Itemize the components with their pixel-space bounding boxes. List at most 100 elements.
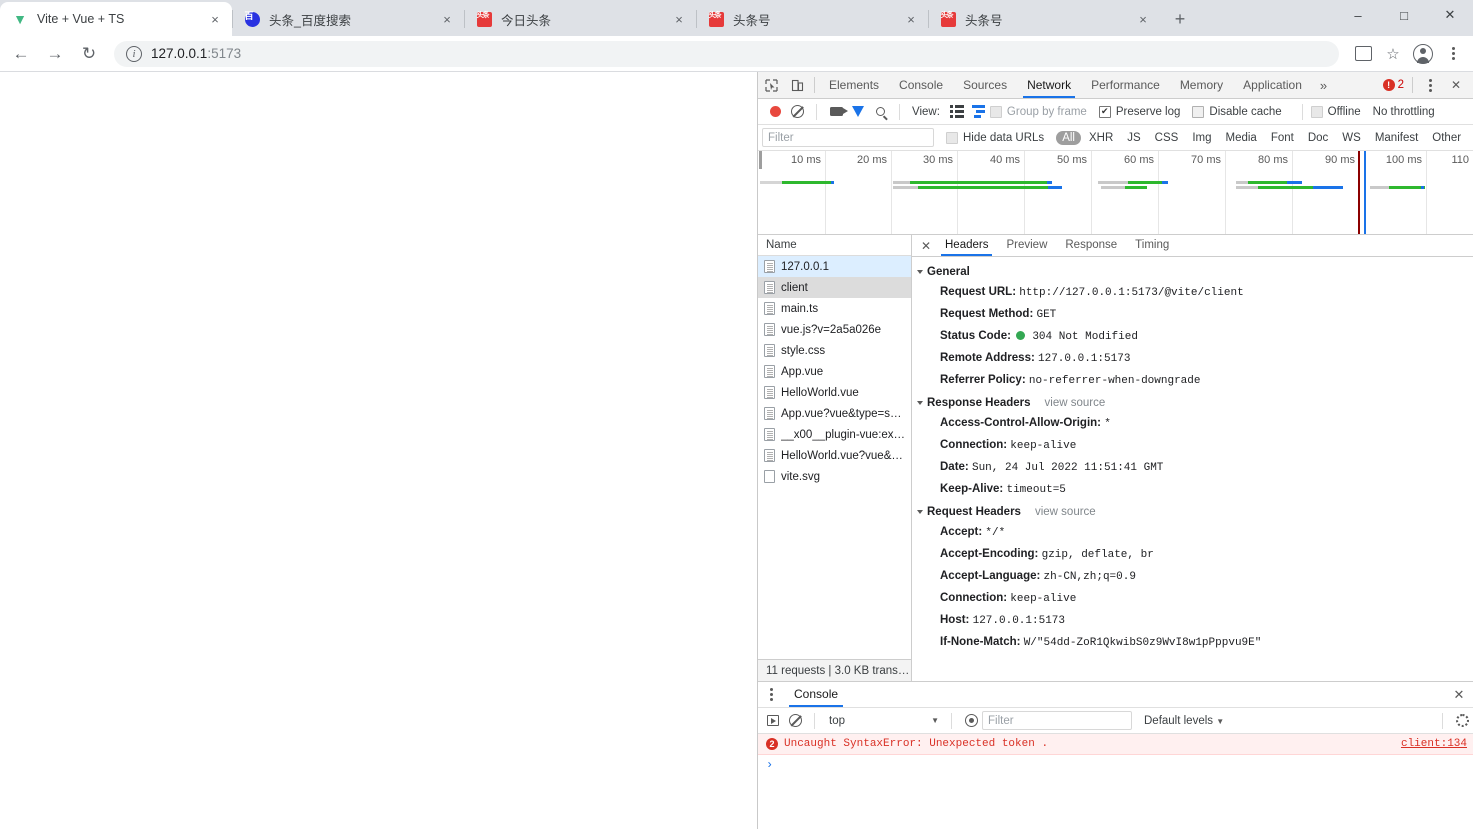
tab-close-icon[interactable]: × [438,10,456,28]
profile-avatar[interactable] [1409,40,1437,68]
clear-button[interactable] [786,101,808,123]
view-source-link[interactable]: view source [1035,506,1096,518]
devtools-tab-elements[interactable]: Elements [819,72,889,98]
site-info-icon[interactable]: i [126,45,142,62]
tab-close-icon[interactable]: × [902,10,920,28]
section-request-headers-title[interactable]: Request Headers view source [917,503,1473,521]
offline-checkbox[interactable]: Offline [1310,105,1361,118]
live-expression-icon[interactable] [960,710,982,732]
error-count-badge[interactable]: ! 2 [1379,79,1408,91]
devtools-tab-performance[interactable]: Performance [1081,72,1170,98]
back-icon[interactable]: ← [6,39,36,69]
reload-icon[interactable]: ↻ [74,39,104,69]
request-row-9[interactable]: HelloWorld.vue?vue&… [758,445,911,466]
type-filter-img[interactable]: Img [1186,131,1217,145]
preserve-log-checkbox[interactable]: Preserve log [1098,105,1180,118]
type-filter-css[interactable]: CSS [1149,131,1185,145]
capture-screenshots-icon[interactable] [825,101,848,123]
browser-tab-1[interactable]: 百 头条_百度搜索 × [232,2,464,36]
request-row-3[interactable]: vue.js?v=2a5a026e [758,319,911,340]
tab-close-icon[interactable]: × [1134,10,1152,28]
request-row-2[interactable]: main.ts [758,298,911,319]
request-row-4[interactable]: style.css [758,340,911,361]
page-viewport[interactable] [0,72,757,829]
console-input-prompt[interactable]: › [758,755,1473,775]
drawer-menu-icon[interactable] [758,682,784,708]
filter-funnel-icon[interactable] [847,101,869,123]
address-bar[interactable]: i 127.0.0.1:5173 [114,40,1339,67]
console-levels-select[interactable]: Default levels ▼ [1144,715,1224,727]
detail-close-icon[interactable]: ✕ [916,236,936,256]
browser-tab-4[interactable]: 头条 头条号 × [928,2,1160,36]
type-filter-media[interactable]: Media [1220,131,1263,145]
browser-tab-2[interactable]: 头条 今日头条 × [464,2,696,36]
forward-icon[interactable]: → [40,39,70,69]
console-sidebar-icon[interactable] [762,710,784,732]
console-clear-icon[interactable] [784,710,806,732]
collapse-triangle-icon[interactable] [917,401,923,405]
view-source-link[interactable]: view source [1045,397,1106,409]
network-filter-input[interactable] [762,128,934,147]
request-row-8[interactable]: __x00__plugin-vue:exp… [758,424,911,445]
console-context-selector[interactable]: top ▼ [823,715,943,727]
console-filter-input[interactable] [982,711,1132,730]
console-error-source-link[interactable]: client:134 [1401,738,1467,750]
devtools-tab-console[interactable]: Console [889,72,953,98]
type-filter-other[interactable]: Other [1426,131,1467,145]
detail-tab-preview[interactable]: Preview [997,235,1056,256]
detail-tab-timing[interactable]: Timing [1126,235,1178,256]
console-settings-gear-icon[interactable] [1451,710,1473,732]
network-overview-timeline[interactable]: 10 ms 20 ms 30 ms 40 ms 50 ms 60 ms 70 m… [758,151,1473,235]
drawer-close-icon[interactable]: ✕ [1449,687,1469,703]
type-filter-doc[interactable]: Doc [1302,131,1334,145]
browser-tab-3[interactable]: 头条 头条号 × [696,2,928,36]
browser-menu-icon[interactable] [1439,40,1467,68]
request-row-5[interactable]: App.vue [758,361,911,382]
bookmark-star-icon[interactable]: ☆ [1379,40,1407,68]
request-row-7[interactable]: App.vue?vue&type=s… [758,403,911,424]
detail-tab-response[interactable]: Response [1056,235,1126,256]
collapse-triangle-icon[interactable] [917,270,923,274]
devtools-tab-network[interactable]: Network [1017,72,1081,98]
tab-close-icon[interactable]: × [670,10,688,28]
request-row-0[interactable]: 127.0.0.1 [758,256,911,277]
type-filter-manifest[interactable]: Manifest [1369,131,1424,145]
console-error-message[interactable]: 2 Uncaught SyntaxError: Unexpected token… [758,734,1473,755]
devtools-tab-sources[interactable]: Sources [953,72,1017,98]
waterfall-view-icon[interactable] [968,101,990,123]
devtools-tab-memory[interactable]: Memory [1170,72,1233,98]
type-filter-all[interactable]: All [1056,130,1081,145]
browser-tab-0[interactable]: ▼ Vite + Vue + TS × [0,2,232,36]
inspect-element-icon[interactable] [758,72,784,98]
group-by-frame-checkbox[interactable]: Group by frame [989,105,1087,118]
type-filter-font[interactable]: Font [1265,131,1300,145]
type-filter-js[interactable]: JS [1121,131,1146,145]
request-row-10[interactable]: vite.svg [758,466,911,487]
devtools-close-icon[interactable]: ✕ [1443,72,1469,98]
section-general-title[interactable]: General [917,263,1473,281]
collapse-triangle-icon[interactable] [917,510,923,514]
window-close-icon[interactable]: ✕ [1427,0,1473,30]
devtools-menu-icon[interactable] [1417,72,1443,98]
devtools-tab-application[interactable]: Application [1233,72,1312,98]
devtools-more-tabs-icon[interactable]: » [1312,78,1335,93]
maximize-icon[interactable]: □ [1381,0,1427,30]
hide-data-urls-checkbox[interactable]: Hide data URLs [946,131,1044,144]
disable-cache-checkbox[interactable]: Disable cache [1192,105,1282,118]
request-row-1[interactable]: client [758,277,911,298]
request-row-6[interactable]: HelloWorld.vue [758,382,911,403]
type-filter-ws[interactable]: WS [1336,131,1367,145]
tab-close-icon[interactable]: × [206,10,224,28]
minimize-icon[interactable]: – [1335,0,1381,30]
detail-tab-headers[interactable]: Headers [936,235,997,256]
translate-icon[interactable] [1349,40,1377,68]
device-toolbar-icon[interactable] [784,72,810,98]
list-view-icon[interactable] [946,101,968,123]
type-filter-xhr[interactable]: XHR [1083,131,1119,145]
request-list-header[interactable]: Name [758,235,911,256]
section-response-headers-title[interactable]: Response Headers view source [917,394,1473,412]
throttling-select[interactable]: No throttling [1373,106,1435,118]
record-button[interactable] [764,101,786,123]
new-tab-button[interactable]: + [1166,5,1194,33]
search-icon[interactable] [869,101,891,123]
